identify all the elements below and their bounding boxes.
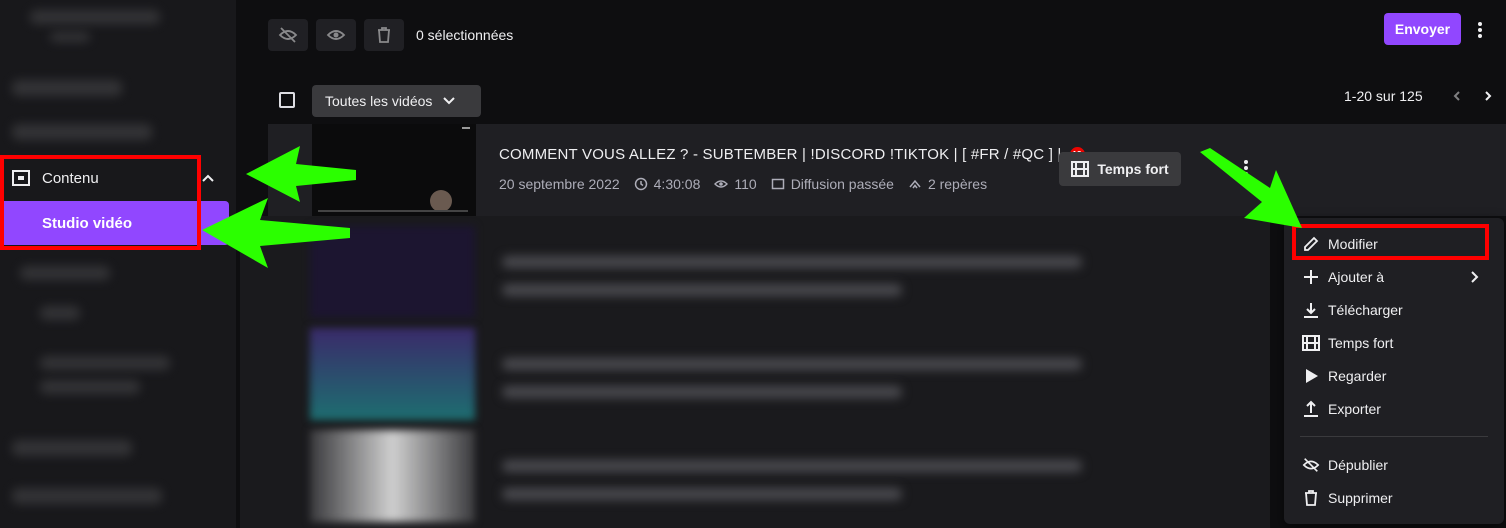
menu-item-label: Temps fort [1328, 335, 1394, 351]
menu-item-temps-fort[interactable]: Temps fort [1284, 327, 1504, 359]
clock-icon [634, 177, 647, 191]
menu-item-label: Télécharger [1328, 302, 1403, 318]
blurred-sidebar-item [40, 380, 140, 394]
thumbnail-detail [462, 127, 470, 129]
eye-slash-icon [1302, 458, 1320, 472]
vertical-dots-icon [1478, 22, 1482, 38]
menu-item-telecharger[interactable]: Télécharger [1284, 294, 1504, 326]
menu-item-ajouter[interactable]: Ajouter à [1284, 261, 1504, 293]
highlight-button[interactable]: Temps fort [1059, 152, 1181, 186]
annotation-highlight-box [0, 155, 201, 250]
blurred-row-text [502, 386, 902, 398]
menu-item-label: Regarder [1328, 368, 1387, 384]
select-all-checkbox[interactable] [279, 92, 295, 108]
blurred-sidebar-item [12, 124, 152, 140]
blurred-sidebar-item [12, 80, 122, 96]
plus-icon [1304, 270, 1318, 284]
markers-icon [909, 179, 921, 189]
video-metadata: 20 septembre 2022 4:30:08 110 Diffusion … [499, 176, 987, 192]
blurred-row-text [502, 256, 1082, 268]
trash-icon [1305, 490, 1317, 506]
blurred-sidebar-item [30, 10, 160, 24]
video-title[interactable]: COMMENT VOUS ALLEZ ? - SUBTEMBER | !DISC… [499, 146, 1085, 163]
menu-item-exporter[interactable]: Exporter [1284, 393, 1504, 425]
blurred-sidebar-item [12, 488, 162, 504]
more-options-button[interactable] [1470, 18, 1490, 42]
send-button[interactable]: Envoyer [1384, 13, 1461, 45]
blurred-sidebar-item [40, 356, 170, 370]
menu-item-label: Supprimer [1328, 490, 1393, 506]
annotation-highlight-box [1292, 224, 1489, 260]
chevron-right-icon[interactable] [1481, 88, 1495, 104]
annotation-arrow [202, 198, 350, 268]
blurred-sidebar-item [12, 440, 132, 456]
menu-item-label: Ajouter à [1328, 269, 1385, 285]
upload-icon [1304, 400, 1318, 417]
selected-count: 0 sélectionnées [416, 27, 514, 43]
blurred-row-text [502, 284, 902, 296]
download-icon [1304, 303, 1318, 318]
blurred-thumbnail [310, 328, 475, 420]
blurred-row-text [502, 358, 1082, 370]
highlight-button-label: Temps fort [1097, 161, 1169, 177]
video-title-text: COMMENT VOUS ALLEZ ? - SUBTEMBER | !DISC… [499, 146, 1062, 163]
filter-label: Toutes les vidéos [325, 93, 433, 109]
eye-icon [326, 30, 346, 40]
blurred-sidebar-item [50, 32, 90, 42]
past-broadcast-icon [771, 178, 784, 190]
video-markers: 2 repères [927, 176, 988, 192]
eye-slash-icon [278, 27, 298, 43]
video-date: 20 septembre 2022 [499, 176, 620, 192]
chevron-left-icon[interactable] [1450, 88, 1464, 104]
film-icon [1302, 335, 1320, 351]
blurred-row-text [502, 460, 1082, 472]
blurred-sidebar-item [40, 306, 80, 320]
menu-item-label: Dépublier [1328, 457, 1388, 473]
chevron-down-icon [443, 97, 456, 105]
blurred-thumbnail [310, 430, 475, 522]
thumbnail-detail [430, 190, 452, 212]
blurred-sidebar-item [20, 266, 110, 280]
menu-item-supprimer[interactable]: Supprimer [1284, 482, 1504, 514]
unpublish-selected-button[interactable] [268, 19, 308, 51]
annotation-arrow [1200, 148, 1302, 228]
film-icon [1071, 161, 1090, 177]
blurred-video-list [240, 216, 1270, 528]
video-filter-dropdown[interactable]: Toutes les vidéos [312, 85, 481, 117]
video-context-menu: Modifier Ajouter à Télécharger Temps for… [1284, 218, 1504, 524]
menu-divider [1300, 436, 1488, 437]
trash-icon [378, 27, 390, 43]
video-duration: 4:30:08 [653, 176, 701, 192]
menu-item-regarder[interactable]: Regarder [1284, 360, 1504, 392]
video-type: Diffusion passée [790, 176, 894, 192]
video-row[interactable]: COMMENT VOUS ALLEZ ? - SUBTEMBER | !DISC… [268, 124, 1506, 216]
menu-item-depublier[interactable]: Dépublier [1284, 449, 1504, 481]
play-icon [1306, 369, 1318, 383]
pagination-label: 1-20 sur 125 [1344, 88, 1423, 104]
publish-selected-button[interactable] [316, 19, 356, 51]
chevron-up-icon[interactable] [200, 170, 216, 186]
blurred-row-text [502, 488, 902, 500]
eye-icon [714, 180, 729, 188]
menu-item-label: Exporter [1328, 401, 1381, 417]
chevron-right-icon [1471, 271, 1479, 283]
delete-selected-button[interactable] [364, 19, 404, 51]
video-views: 110 [734, 176, 757, 192]
